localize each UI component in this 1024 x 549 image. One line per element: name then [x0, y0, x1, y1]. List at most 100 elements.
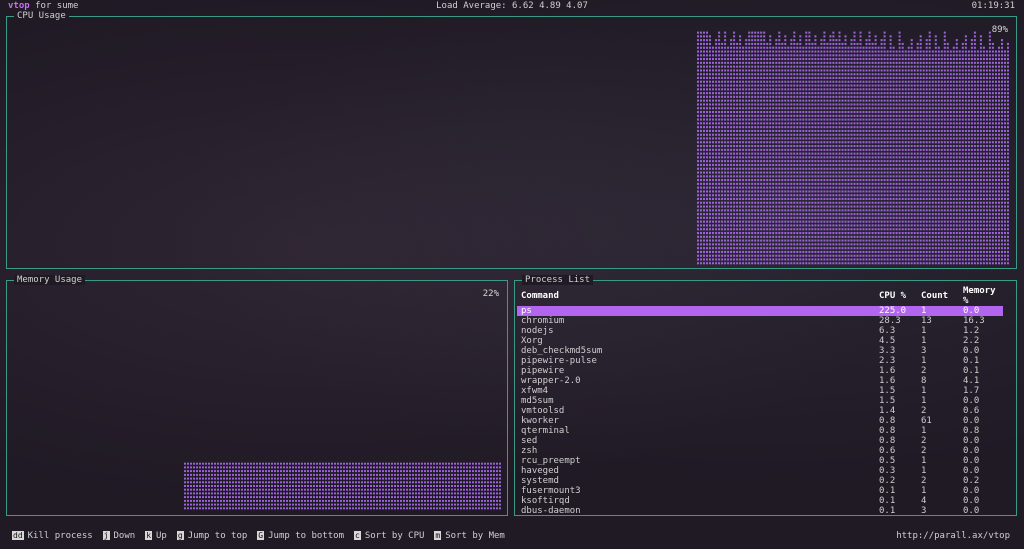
graph-dot — [901, 46, 904, 49]
graph-dot — [868, 182, 871, 185]
graph-dot — [838, 65, 841, 68]
graph-dot — [736, 247, 739, 250]
graph-dot — [934, 65, 937, 68]
graph-dot — [709, 35, 711, 38]
graph-dot — [865, 50, 868, 53]
graph-dot — [886, 54, 889, 57]
graph-dot — [844, 194, 847, 197]
graph-dot — [853, 137, 856, 140]
graph-dot — [814, 58, 817, 61]
graph-dot — [742, 201, 745, 204]
graph-dot — [910, 250, 913, 253]
graph-dot — [871, 122, 874, 125]
graph-dot — [883, 122, 886, 125]
graph-dot — [721, 156, 724, 159]
graph-dot — [727, 107, 730, 110]
graph-dot — [859, 39, 862, 42]
graph-dot — [823, 145, 826, 148]
graph-dot — [706, 258, 708, 261]
graph-dot — [802, 220, 805, 223]
graph-dot — [787, 92, 790, 95]
graph-dot — [817, 69, 820, 72]
graph-dot — [835, 145, 838, 148]
graph-dot — [889, 232, 892, 235]
graph-dot — [925, 69, 928, 72]
graph-dot — [775, 186, 778, 189]
graph-dot — [757, 69, 760, 72]
graph-dot — [697, 122, 699, 125]
graph-dot — [922, 103, 925, 106]
graph-dot — [727, 216, 730, 219]
graph-dot — [874, 194, 877, 197]
graph-dot — [877, 167, 880, 170]
graph-dot — [709, 69, 711, 72]
graph-dot — [715, 88, 718, 91]
graph-dot — [838, 35, 841, 38]
graph-dot — [784, 201, 787, 204]
graph-dot — [865, 69, 868, 72]
graph-dot — [943, 137, 946, 140]
graph-dot — [874, 239, 877, 242]
graph-dot — [751, 235, 754, 238]
graph-dot — [934, 163, 937, 166]
graph-dot — [769, 167, 772, 170]
graph-dot — [886, 194, 889, 197]
graph-dot — [778, 58, 781, 61]
graph-dot — [835, 80, 838, 83]
graph-dot — [898, 137, 901, 140]
graph-dot — [907, 46, 910, 49]
graph-dot — [943, 258, 946, 261]
graph-dot — [718, 190, 721, 193]
graph-dot — [703, 171, 705, 174]
graph-dot — [787, 175, 790, 178]
graph-dot — [700, 182, 702, 185]
graph-dot — [760, 201, 763, 204]
graph-dot — [850, 167, 853, 170]
graph-dot — [700, 145, 702, 148]
graph-dot — [901, 92, 904, 95]
graph-dot — [757, 250, 760, 253]
graph-dot — [727, 179, 730, 182]
graph-dot — [886, 250, 889, 253]
graph-dot — [742, 152, 745, 155]
graph-dot — [721, 179, 724, 182]
graph-dot — [877, 69, 880, 72]
graph-dot — [898, 99, 901, 102]
graph-dot — [799, 73, 802, 76]
graph-dot — [919, 95, 922, 98]
graph-dot — [697, 50, 699, 53]
graph-dot — [919, 213, 922, 216]
graph-dot — [712, 152, 714, 155]
graph-dot — [853, 129, 856, 132]
graph-dot — [910, 232, 913, 235]
graph-dot — [784, 171, 787, 174]
graph-dot — [931, 129, 934, 132]
graph-dot — [907, 137, 910, 140]
graph-dot — [739, 224, 742, 227]
graph-dot — [868, 46, 871, 49]
graph-dot — [748, 220, 751, 223]
graph-dot — [913, 209, 916, 212]
graph-dot — [862, 163, 865, 166]
graph-dot — [940, 141, 943, 144]
graph-dot — [718, 224, 721, 227]
graph-dot — [784, 205, 787, 208]
cpu-usage-graph — [697, 31, 1009, 265]
graph-dot — [874, 46, 877, 49]
graph-dot — [784, 61, 787, 64]
graph-dot — [772, 114, 775, 117]
graph-dot — [715, 141, 718, 144]
graph-dot — [940, 152, 943, 155]
graph-dot — [856, 118, 859, 121]
graph-dot — [865, 148, 868, 151]
graph-dot — [799, 69, 802, 72]
graph-dot — [814, 156, 817, 159]
graph-dot — [766, 247, 769, 250]
graph-dot — [838, 182, 841, 185]
graph-dot — [748, 58, 751, 61]
graph-dot — [913, 186, 916, 189]
graph-dot — [742, 137, 745, 140]
graph-dot — [913, 254, 916, 257]
graph-dot — [880, 103, 883, 106]
graph-dot — [769, 190, 772, 193]
